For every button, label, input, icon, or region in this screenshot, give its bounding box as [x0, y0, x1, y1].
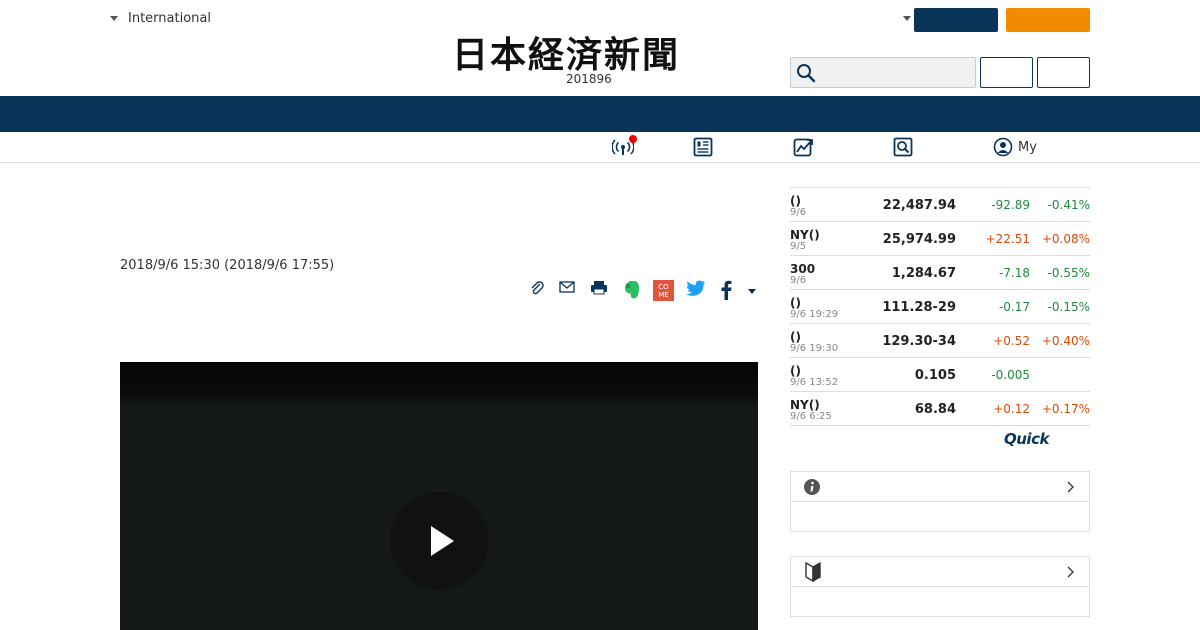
- market-change: -92.89: [991, 198, 1030, 212]
- market-row[interactable]: () 9/6 19:29 111.28-29 -0.17 -0.15%: [790, 290, 1090, 324]
- more-caret-icon[interactable]: [747, 280, 757, 300]
- search-icon: [797, 64, 816, 83]
- my-page-link[interactable]: My: [1018, 140, 1037, 155]
- market-change: -7.18: [998, 266, 1030, 280]
- evernote-icon[interactable]: [623, 280, 641, 300]
- market-name: (): [790, 364, 801, 378]
- twitter-icon[interactable]: [686, 280, 706, 298]
- info-box-header[interactable]: [791, 472, 1089, 502]
- edition-selector[interactable]: International: [110, 11, 211, 26]
- market-value: 1,284.67: [891, 266, 956, 281]
- market-change: +22.51: [985, 232, 1030, 246]
- market-value: 68.84: [914, 402, 956, 417]
- market-time: 9/6: [790, 207, 807, 218]
- market-percent: +0.08%: [1041, 232, 1090, 246]
- login-button[interactable]: [914, 8, 998, 32]
- market-time: 9/6: [790, 275, 807, 286]
- market-value: 0.105: [914, 368, 956, 383]
- beginner-mark-icon: [805, 562, 821, 582]
- market-time: 9/5: [790, 241, 807, 252]
- newspaper-icon[interactable]: [693, 137, 713, 157]
- subscribe-button[interactable]: [1006, 8, 1090, 32]
- market-value: 111.28-29: [882, 300, 956, 315]
- market-time: 9/6 13:52: [790, 377, 839, 388]
- article-date: 2018/9/6 15:30 (2018/9/6 17:55): [120, 258, 335, 273]
- market-name: NY(): [790, 228, 820, 242]
- video-player[interactable]: [120, 362, 758, 630]
- market-time: 9/6 6:25: [790, 411, 832, 422]
- market-row[interactable]: 300 9/6 1,284.67 -7.18 -0.55%: [790, 256, 1090, 290]
- page: International 日本経済新聞 201896 My 2018/9/6 …: [0, 0, 1200, 630]
- market-row[interactable]: NY() 9/6 6:25 68.84 +0.12 +0.17%: [790, 392, 1090, 426]
- market-percent: +0.40%: [1041, 334, 1090, 348]
- search-button[interactable]: [980, 57, 1033, 88]
- print-icon[interactable]: [590, 280, 608, 296]
- chart-icon[interactable]: [793, 137, 815, 157]
- market-time: 9/6 19:29: [790, 309, 839, 320]
- caret-down-icon[interactable]: [903, 16, 911, 21]
- market-name: (): [790, 296, 801, 310]
- market-change: +0.52: [993, 334, 1030, 348]
- caret-down-icon: [110, 16, 118, 21]
- market-table: () 9/6 22,487.94 -92.89 -0.41% NY() 9/5 …: [790, 187, 1090, 426]
- market-row[interactable]: NY() 9/5 25,974.99 +22.51 +0.08%: [790, 222, 1090, 256]
- market-row[interactable]: () 9/6 22,487.94 -92.89 -0.41%: [790, 188, 1090, 222]
- market-percent: -0.55%: [1047, 266, 1090, 280]
- market-name: (): [790, 194, 801, 208]
- market-change: -0.005: [991, 368, 1030, 382]
- beginner-box: [790, 556, 1090, 617]
- search-icon[interactable]: [893, 137, 913, 157]
- come-icon[interactable]: CO ME: [653, 280, 674, 301]
- market-change: -0.17: [998, 300, 1030, 314]
- sub-nav: My: [0, 132, 1200, 163]
- market-value: 25,974.99: [882, 232, 956, 247]
- mail-icon[interactable]: [559, 280, 575, 294]
- main-nav-bar: [0, 96, 1200, 132]
- facebook-icon[interactable]: [719, 280, 733, 300]
- market-name: (): [790, 330, 801, 344]
- chevron-right-icon: [1067, 481, 1074, 493]
- clip-icon[interactable]: [529, 280, 545, 296]
- market-row[interactable]: () 9/6 19:30 129.30-34 +0.52 +0.40%: [790, 324, 1090, 358]
- info-icon: [804, 479, 820, 495]
- market-change: +0.12: [993, 402, 1030, 416]
- beginner-box-header[interactable]: [791, 557, 1089, 587]
- info-box: [790, 471, 1090, 532]
- market-row[interactable]: () 9/6 13:52 0.105 -0.005: [790, 358, 1090, 392]
- site-logo[interactable]: 日本経済新聞: [452, 26, 680, 78]
- header-date: 201896: [566, 72, 612, 86]
- play-button[interactable]: [390, 492, 488, 590]
- market-name: NY(): [790, 398, 820, 412]
- chevron-right-icon: [1067, 566, 1074, 578]
- advanced-search-button[interactable]: [1037, 57, 1090, 88]
- market-percent: -0.41%: [1047, 198, 1090, 212]
- user-icon[interactable]: [993, 137, 1013, 157]
- svg-text:ME: ME: [658, 291, 668, 299]
- market-percent: +0.17%: [1041, 402, 1090, 416]
- market-time: 9/6 19:30: [790, 343, 839, 354]
- quick-logo[interactable]: Quick: [1004, 430, 1049, 448]
- market-value: 22,487.94: [882, 198, 956, 213]
- search-input[interactable]: [790, 57, 976, 88]
- notification-dot: [629, 135, 637, 143]
- market-percent: -0.15%: [1047, 300, 1090, 314]
- market-name: 300: [790, 262, 816, 276]
- market-value: 129.30-34: [882, 334, 956, 349]
- site-header: International 日本経済新聞 201896: [0, 0, 1200, 96]
- svg-text:CO: CO: [658, 283, 669, 291]
- edition-label: International: [128, 11, 211, 26]
